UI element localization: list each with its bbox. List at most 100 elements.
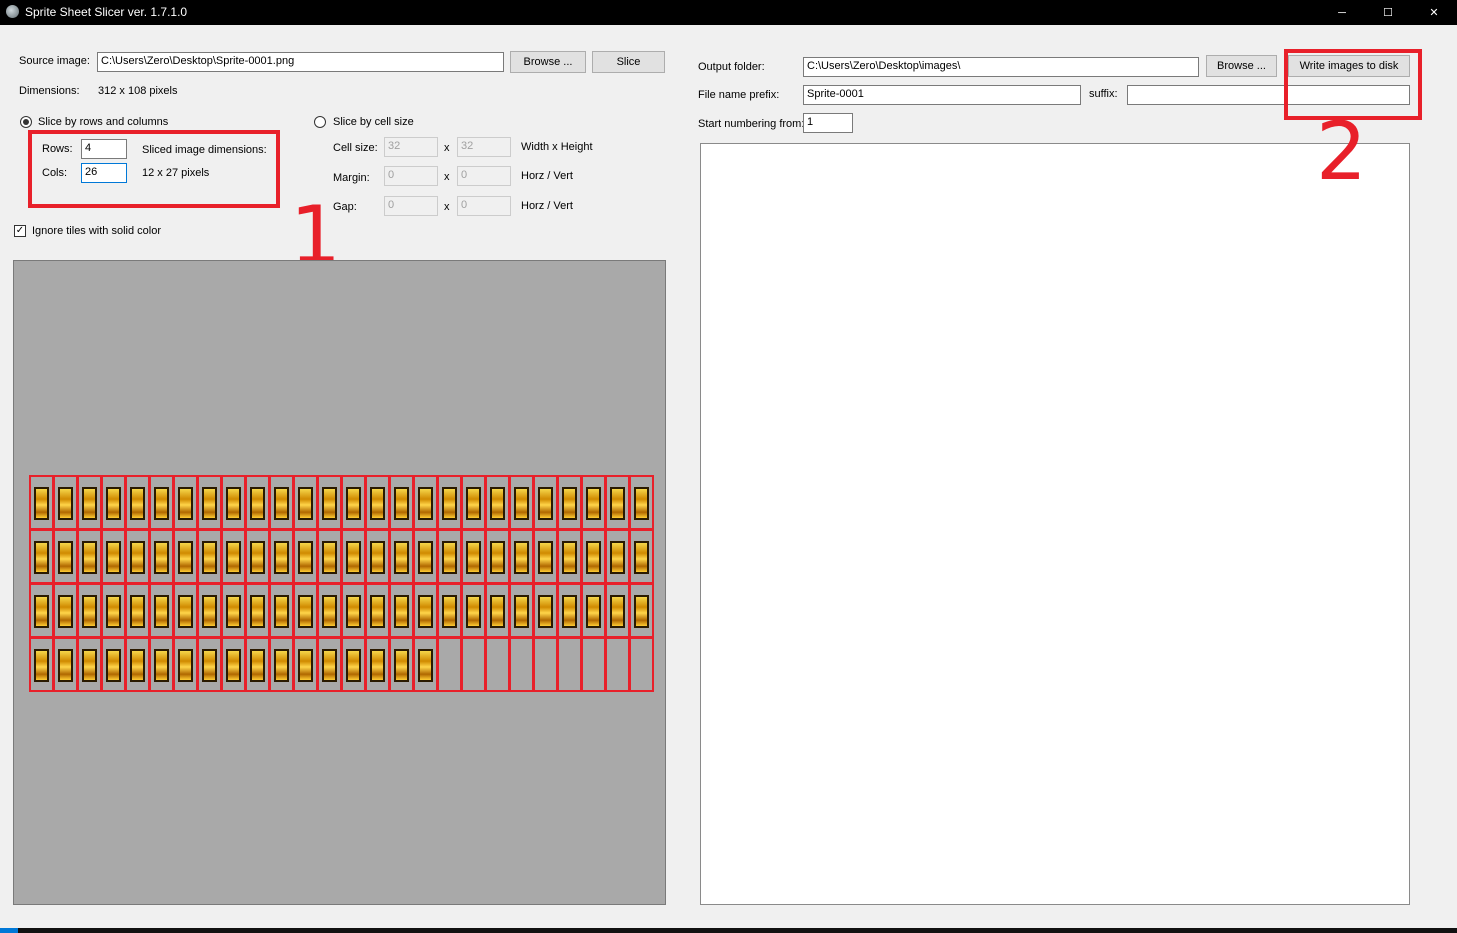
sprite-glyph: [346, 541, 361, 574]
sprite-cell: [485, 529, 510, 584]
sprite-cell: [389, 475, 414, 530]
title-bar: Sprite Sheet Slicer ver. 1.7.1.0 ─ ☐ ✕: [0, 0, 1457, 25]
annotation-number-2: 2: [1316, 105, 1367, 198]
sprite-cell: [245, 583, 270, 638]
gap-vert-input[interactable]: 0: [457, 196, 511, 216]
sprite-glyph: [394, 595, 409, 628]
sprite-cell: [101, 529, 126, 584]
sprite-cell: [77, 475, 102, 530]
file-prefix-input[interactable]: Sprite-0001: [803, 85, 1081, 105]
minimize-button[interactable]: ─: [1319, 0, 1365, 25]
sprite-glyph: [34, 487, 49, 520]
sprite-cell: [461, 637, 486, 692]
cell-size-separator: x: [444, 142, 450, 154]
sprite-glyph: [634, 541, 649, 574]
sprite-glyph: [442, 541, 457, 574]
sprite-cell: [581, 529, 606, 584]
sprite-cell: [77, 637, 102, 692]
sprite-cell: [269, 637, 294, 692]
output-folder-label: Output folder:: [698, 61, 765, 73]
sprite-glyph: [490, 541, 505, 574]
close-button[interactable]: ✕: [1411, 0, 1457, 25]
sprite-glyph: [370, 595, 385, 628]
sprite-glyph: [130, 595, 145, 628]
sprite-glyph: [610, 595, 625, 628]
sprite-glyph: [82, 541, 97, 574]
sprite-glyph: [226, 487, 241, 520]
window-title: Sprite Sheet Slicer ver. 1.7.1.0: [25, 5, 188, 19]
sprite-glyph: [34, 595, 49, 628]
sprite-cell: [629, 529, 654, 584]
sprite-cell: [53, 529, 78, 584]
sprite-glyph: [322, 595, 337, 628]
sprite-cell: [437, 475, 462, 530]
slice-cell-size-radio[interactable]: [314, 116, 326, 128]
start-numbering-input[interactable]: 1: [803, 113, 853, 133]
ignore-solid-checkbox[interactable]: ✓: [14, 225, 26, 237]
sprite-glyph: [34, 541, 49, 574]
sprite-glyph: [562, 541, 577, 574]
sprite-cell: [461, 583, 486, 638]
sprite-preview-panel[interactable]: [13, 260, 666, 905]
output-browse-button[interactable]: Browse ...: [1206, 55, 1277, 77]
sprite-glyph: [538, 487, 553, 520]
sprite-glyph: [154, 541, 169, 574]
sprite-glyph: [250, 649, 265, 682]
sprite-glyph: [226, 649, 241, 682]
sprite-cell: [77, 583, 102, 638]
sprite-cell: [341, 637, 366, 692]
sprite-glyph: [178, 649, 193, 682]
sprite-cell: [53, 637, 78, 692]
sprite-cell: [29, 475, 54, 530]
sprite-cell: [509, 529, 534, 584]
sprite-glyph: [202, 541, 217, 574]
output-preview-panel[interactable]: [700, 143, 1410, 905]
maximize-button[interactable]: ☐: [1365, 0, 1411, 25]
sprite-glyph: [274, 487, 289, 520]
sprite-glyph: [418, 595, 433, 628]
sprite-cell: [197, 637, 222, 692]
sprite-glyph: [58, 595, 73, 628]
sprite-glyph: [154, 595, 169, 628]
sprite-cell: [437, 583, 462, 638]
sprite-glyph: [562, 487, 577, 520]
sprite-cell: [581, 583, 606, 638]
sprite-glyph: [562, 595, 577, 628]
sprite-glyph: [442, 595, 457, 628]
sprite-cell: [533, 475, 558, 530]
source-image-label: Source image:: [19, 55, 90, 67]
cell-width-input[interactable]: 32: [384, 137, 438, 157]
sprite-cell: [485, 583, 510, 638]
source-browse-button[interactable]: Browse ...: [510, 51, 586, 73]
sprite-glyph: [514, 541, 529, 574]
sprite-cell: [125, 583, 150, 638]
sprite-glyph: [346, 595, 361, 628]
sprite-glyph: [178, 595, 193, 628]
sprite-cell: [629, 583, 654, 638]
margin-vert-input[interactable]: 0: [457, 166, 511, 186]
sprite-cell: [197, 529, 222, 584]
margin-label: Margin:: [333, 172, 370, 184]
sprite-cell: [293, 529, 318, 584]
output-folder-input[interactable]: C:\Users\Zero\Desktop\images\: [803, 57, 1199, 77]
cell-height-input[interactable]: 32: [457, 137, 511, 157]
gap-horz-input[interactable]: 0: [384, 196, 438, 216]
margin-horz-input[interactable]: 0: [384, 166, 438, 186]
sprite-glyph: [298, 649, 313, 682]
sprite-cell: [557, 637, 582, 692]
slice-rows-cols-label: Slice by rows and columns: [38, 116, 169, 128]
ignore-solid-label: Ignore tiles with solid color: [32, 225, 162, 237]
sprite-cell: [269, 529, 294, 584]
sprite-glyph: [586, 541, 601, 574]
sprite-cell: [317, 475, 342, 530]
sprite-cell: [29, 583, 54, 638]
sprite-glyph: [202, 595, 217, 628]
slice-rows-cols-radio[interactable]: [20, 116, 32, 128]
sprite-cell: [293, 583, 318, 638]
start-numbering-label: Start numbering from:: [698, 118, 805, 130]
sprite-cell: [413, 583, 438, 638]
sprite-cell: [413, 475, 438, 530]
slice-button[interactable]: Slice: [592, 51, 665, 73]
source-image-input[interactable]: C:\Users\Zero\Desktop\Sprite-0001.png: [97, 52, 504, 72]
sprite-cell: [53, 475, 78, 530]
